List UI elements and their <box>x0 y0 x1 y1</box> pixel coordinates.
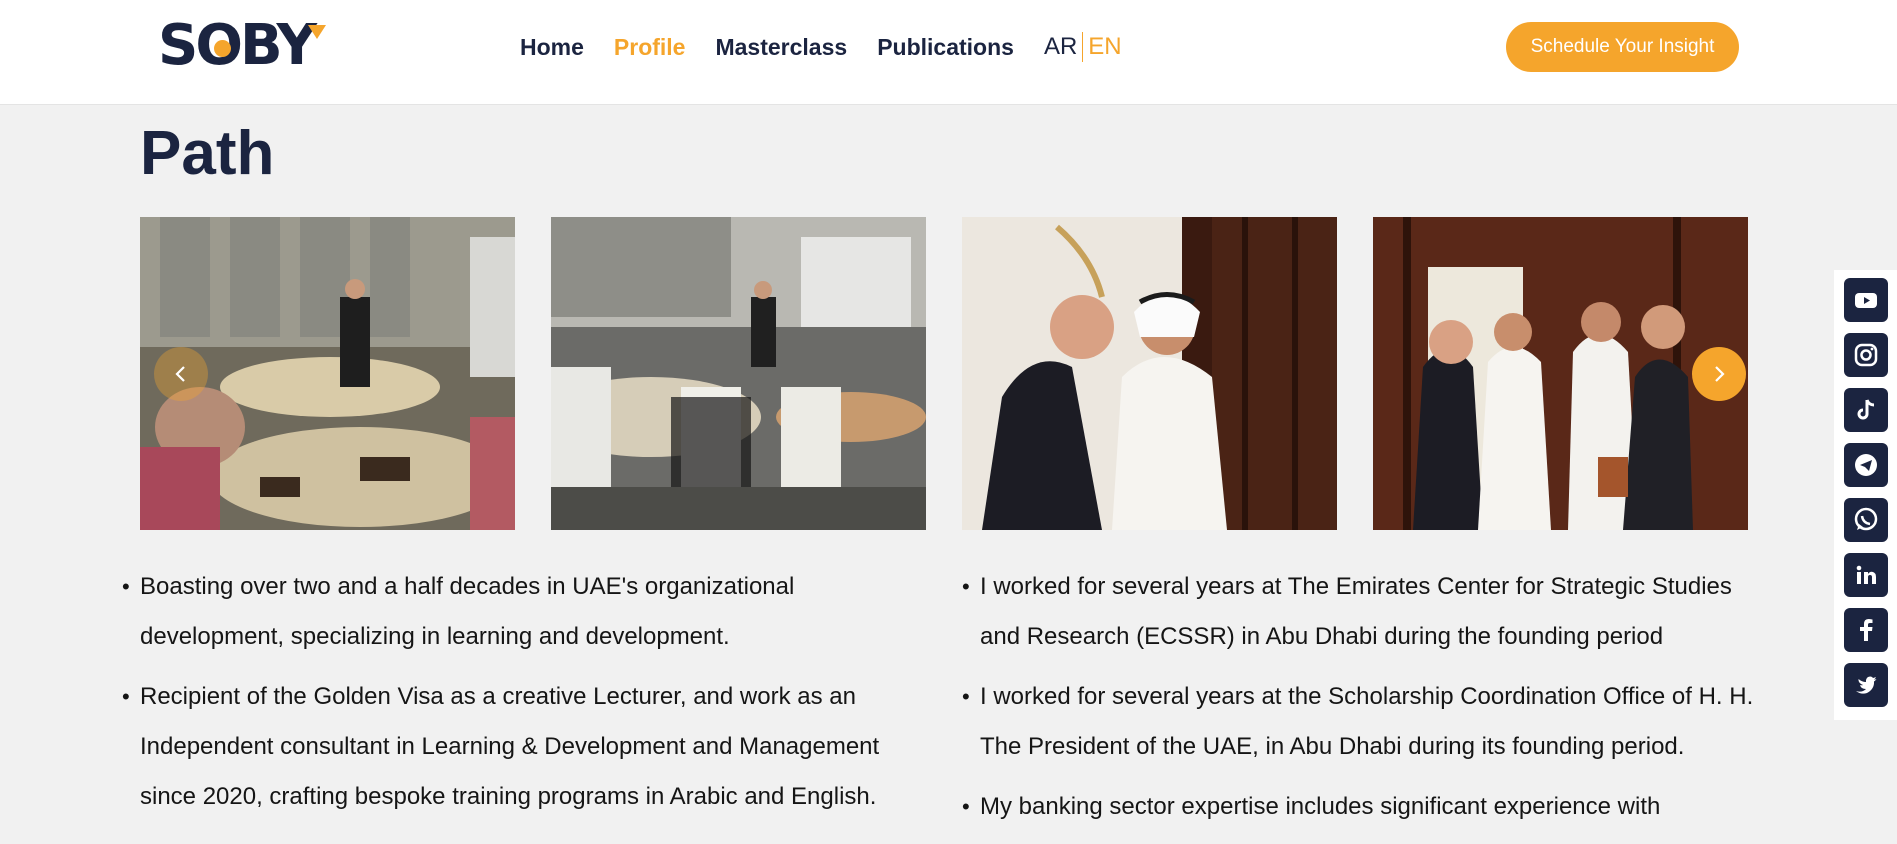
logo-text: SOBY <box>158 13 317 78</box>
list-item: My banking sector expertise includes sig… <box>960 782 1760 832</box>
whatsapp-icon[interactable] <box>1843 498 1888 542</box>
facebook-icon[interactable] <box>1843 608 1888 652</box>
list-item: Boasting over two and a half decades in … <box>120 562 920 662</box>
list-item: I worked for several years at the Schola… <box>960 672 1760 772</box>
social-links-bar <box>1834 270 1897 720</box>
path-list-right: I worked for several years at The Emirat… <box>960 562 1760 842</box>
main-nav: Home Profile Masterclass Publications AR… <box>520 30 1122 64</box>
site-header: SOBY Home Profile Masterclass Publicatio… <box>0 0 1897 105</box>
nav-publications[interactable]: Publications <box>877 34 1014 61</box>
instagram-icon[interactable] <box>1843 333 1888 377</box>
tiktok-icon[interactable] <box>1843 388 1888 432</box>
path-list-left: Boasting over two and a half decades in … <box>120 562 920 832</box>
lang-en[interactable]: EN <box>1083 33 1121 61</box>
nav-masterclass[interactable]: Masterclass <box>715 34 847 61</box>
logo-accent <box>308 25 326 39</box>
linkedin-icon[interactable] <box>1843 553 1888 597</box>
list-item: I worked for several years at The Emirat… <box>960 562 1760 662</box>
carousel-next-button[interactable] <box>1692 347 1746 401</box>
youtube-icon[interactable] <box>1843 278 1888 322</box>
chevron-left-icon <box>175 366 185 382</box>
language-switcher: AR EN <box>1044 32 1122 62</box>
logo-dot <box>214 40 231 57</box>
twitter-icon[interactable] <box>1843 663 1888 707</box>
lang-ar[interactable]: AR <box>1044 33 1082 61</box>
nav-home[interactable]: Home <box>520 34 584 61</box>
nav-profile[interactable]: Profile <box>614 34 686 61</box>
telegram-icon[interactable] <box>1843 443 1888 487</box>
greeting-photo <box>962 217 1337 530</box>
chevron-right-icon <box>1715 366 1725 382</box>
carousel-prev-button[interactable] <box>154 347 208 401</box>
schedule-insight-button[interactable]: Schedule Your Insight <box>1506 22 1739 72</box>
seminar-photo <box>551 217 926 530</box>
page-title: Path <box>140 119 275 188</box>
logo[interactable]: SOBY <box>158 13 326 78</box>
photo-carousel <box>140 217 1748 530</box>
list-item: Recipient of the Golden Visa as a creati… <box>120 672 920 822</box>
